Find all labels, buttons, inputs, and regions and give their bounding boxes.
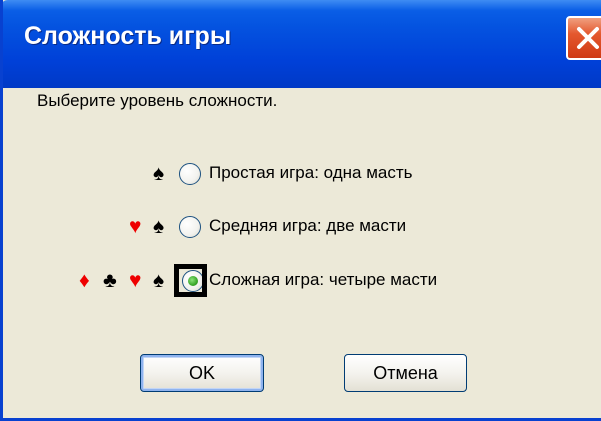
option-hard-label: Сложная игра: четыре масти bbox=[209, 270, 438, 289]
spade-icon: ♠ bbox=[153, 269, 165, 292]
window-title: Сложность игры bbox=[24, 22, 232, 50]
option-hard[interactable]: ♦ ♣ ♥ ♠ Сложная игра: четыре масти bbox=[3, 266, 601, 296]
heart-icon: ♥ bbox=[129, 269, 142, 292]
option-medium[interactable]: ♥ ♠ Средняя игра: две масти bbox=[3, 212, 601, 242]
radio-easy[interactable] bbox=[179, 163, 201, 185]
title-bar[interactable]: Сложность игры bbox=[3, 0, 601, 88]
heart-icon: ♥ bbox=[129, 215, 142, 238]
close-button[interactable] bbox=[566, 16, 601, 60]
option-easy-label: Простая игра: одна масть bbox=[209, 163, 413, 182]
close-icon bbox=[577, 27, 599, 49]
spade-icon: ♠ bbox=[153, 215, 165, 238]
radio-medium[interactable] bbox=[179, 216, 201, 238]
dialog-content: Выберите уровень сложности. ♠ Простая иг… bbox=[3, 88, 601, 418]
option-medium-label: Средняя игра: две масти bbox=[209, 216, 407, 235]
cancel-button[interactable]: Отмена bbox=[344, 354, 467, 392]
club-icon: ♣ bbox=[103, 269, 117, 292]
ok-button[interactable]: OK bbox=[140, 354, 264, 392]
option-easy[interactable]: ♠ Простая игра: одна масть bbox=[3, 159, 601, 189]
difficulty-prompt: Выберите уровень сложности. bbox=[37, 91, 278, 110]
spade-icon: ♠ bbox=[153, 162, 165, 185]
diamond-icon: ♦ bbox=[79, 269, 90, 292]
dialog-window: Сложность игры Выберите уровень сложност… bbox=[0, 0, 601, 421]
keyboard-focus-indicator bbox=[174, 264, 207, 297]
